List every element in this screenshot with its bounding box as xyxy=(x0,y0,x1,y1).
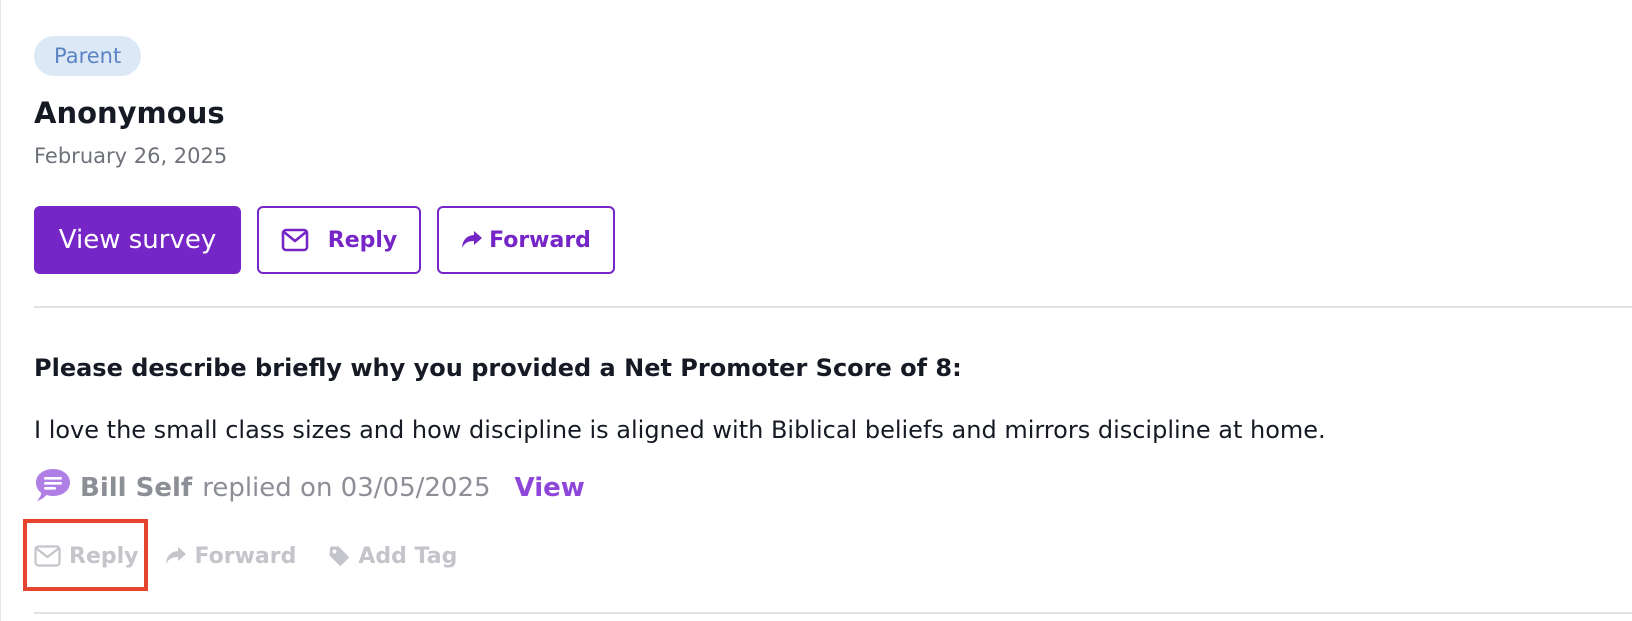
reply-button[interactable]: Reply xyxy=(257,206,421,274)
view-reply-link[interactable]: View xyxy=(515,473,585,503)
answer-text: I love the small class sizes and how dis… xyxy=(34,416,1326,444)
chat-bubble-icon xyxy=(34,467,72,510)
forward-button-label: Forward xyxy=(489,227,591,253)
tag-icon xyxy=(328,545,358,567)
envelope-icon xyxy=(281,228,309,252)
view-survey-button[interactable]: View survey xyxy=(34,206,241,274)
reply-button-label: Reply xyxy=(327,227,398,253)
view-survey-label: View survey xyxy=(58,225,217,255)
author-name: Anonymous xyxy=(34,96,225,130)
reply-date-text: replied on 03/05/2025 xyxy=(202,473,491,503)
envelope-icon xyxy=(34,545,69,567)
role-badge: Parent xyxy=(34,36,142,76)
share-arrow-icon xyxy=(461,230,483,250)
add-tag-action[interactable]: Add Tag xyxy=(328,544,457,569)
forward-button[interactable]: Forward xyxy=(437,206,615,274)
replier-name: Bill Self xyxy=(80,473,193,503)
share-arrow-icon xyxy=(165,546,195,566)
divider xyxy=(34,306,1632,308)
response-actions: Reply Forward Add Tag xyxy=(34,536,457,576)
forward-action-label: Forward xyxy=(194,543,297,569)
forward-action[interactable]: Forward xyxy=(165,543,297,569)
response-card xyxy=(0,0,1632,621)
add-tag-action-label: Add Tag xyxy=(358,543,458,569)
reply-action[interactable]: Reply xyxy=(34,544,139,569)
question-prompt: Please describe briefly why you provided… xyxy=(34,354,962,382)
response-date: February 26, 2025 xyxy=(34,144,228,168)
reply-action-label: Reply xyxy=(69,543,139,569)
reply-info: Bill Self replied on 03/05/2025 View xyxy=(34,468,585,508)
